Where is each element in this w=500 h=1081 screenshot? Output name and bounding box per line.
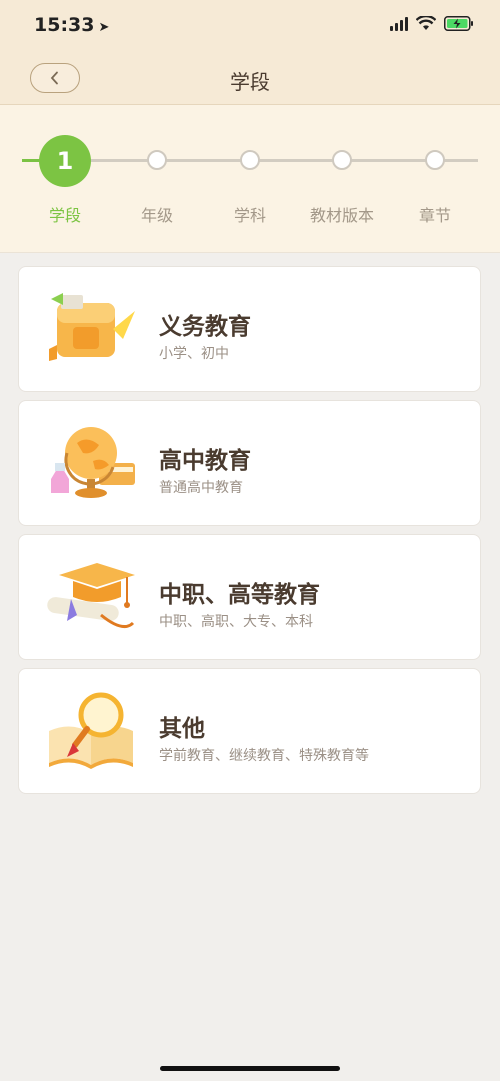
card-title: 义务教育	[159, 314, 251, 340]
step-3-node	[240, 150, 260, 170]
status-time: 15:33 ➤	[34, 14, 109, 36]
card-subtitle: 普通高中教育	[159, 480, 243, 496]
step-label-chapter: 章节	[418, 206, 451, 225]
progress-stepper: 1 学段 年级 学科 教材版本 章节	[0, 105, 500, 253]
status-indicators	[390, 16, 474, 31]
book-magnifier-icon	[43, 691, 139, 773]
card-title: 高中教育	[159, 448, 251, 474]
battery-charging-icon	[444, 16, 474, 31]
step-label-textbook-version: 教材版本	[309, 206, 374, 225]
step-label-subject: 学科	[233, 206, 266, 225]
option-vocational-higher-education[interactable]: 中职、高等教育 中职、高职、大专、本科	[18, 534, 481, 660]
cellular-signal-icon	[390, 16, 408, 31]
step-2-node	[147, 150, 167, 170]
home-indicator[interactable]	[160, 1066, 340, 1071]
navigation-bar: 学段	[0, 56, 500, 105]
page-title: 学段	[230, 70, 270, 94]
step-label-grade: 年级	[140, 206, 173, 225]
option-compulsory-education[interactable]: 义务教育 小学、初中	[18, 266, 481, 392]
graduation-cap-icon	[43, 557, 139, 639]
step-label-stage: 学段	[48, 206, 81, 225]
school-bag-icon	[43, 289, 139, 371]
step-4-node	[332, 150, 352, 170]
wifi-icon	[416, 16, 436, 31]
status-time-text: 15:33	[34, 14, 95, 36]
step-connector	[78, 159, 478, 162]
step-1-active: 1	[39, 135, 91, 187]
card-subtitle: 中职、高职、大专、本科	[159, 614, 313, 630]
option-other[interactable]: 其他 学前教育、继续教育、特殊教育等	[18, 668, 481, 794]
status-bar: 15:33 ➤	[0, 0, 500, 56]
step-5-node	[425, 150, 445, 170]
globe-icon	[43, 423, 139, 505]
option-high-school-education[interactable]: 高中教育 普通高中教育	[18, 400, 481, 526]
card-subtitle: 小学、初中	[159, 346, 229, 362]
card-title: 中职、高等教育	[159, 582, 320, 608]
location-arrow-icon: ➤	[98, 20, 110, 35]
card-subtitle: 学前教育、继续教育、特殊教育等	[159, 748, 369, 764]
step-number: 1	[56, 147, 74, 175]
card-title: 其他	[159, 716, 205, 742]
